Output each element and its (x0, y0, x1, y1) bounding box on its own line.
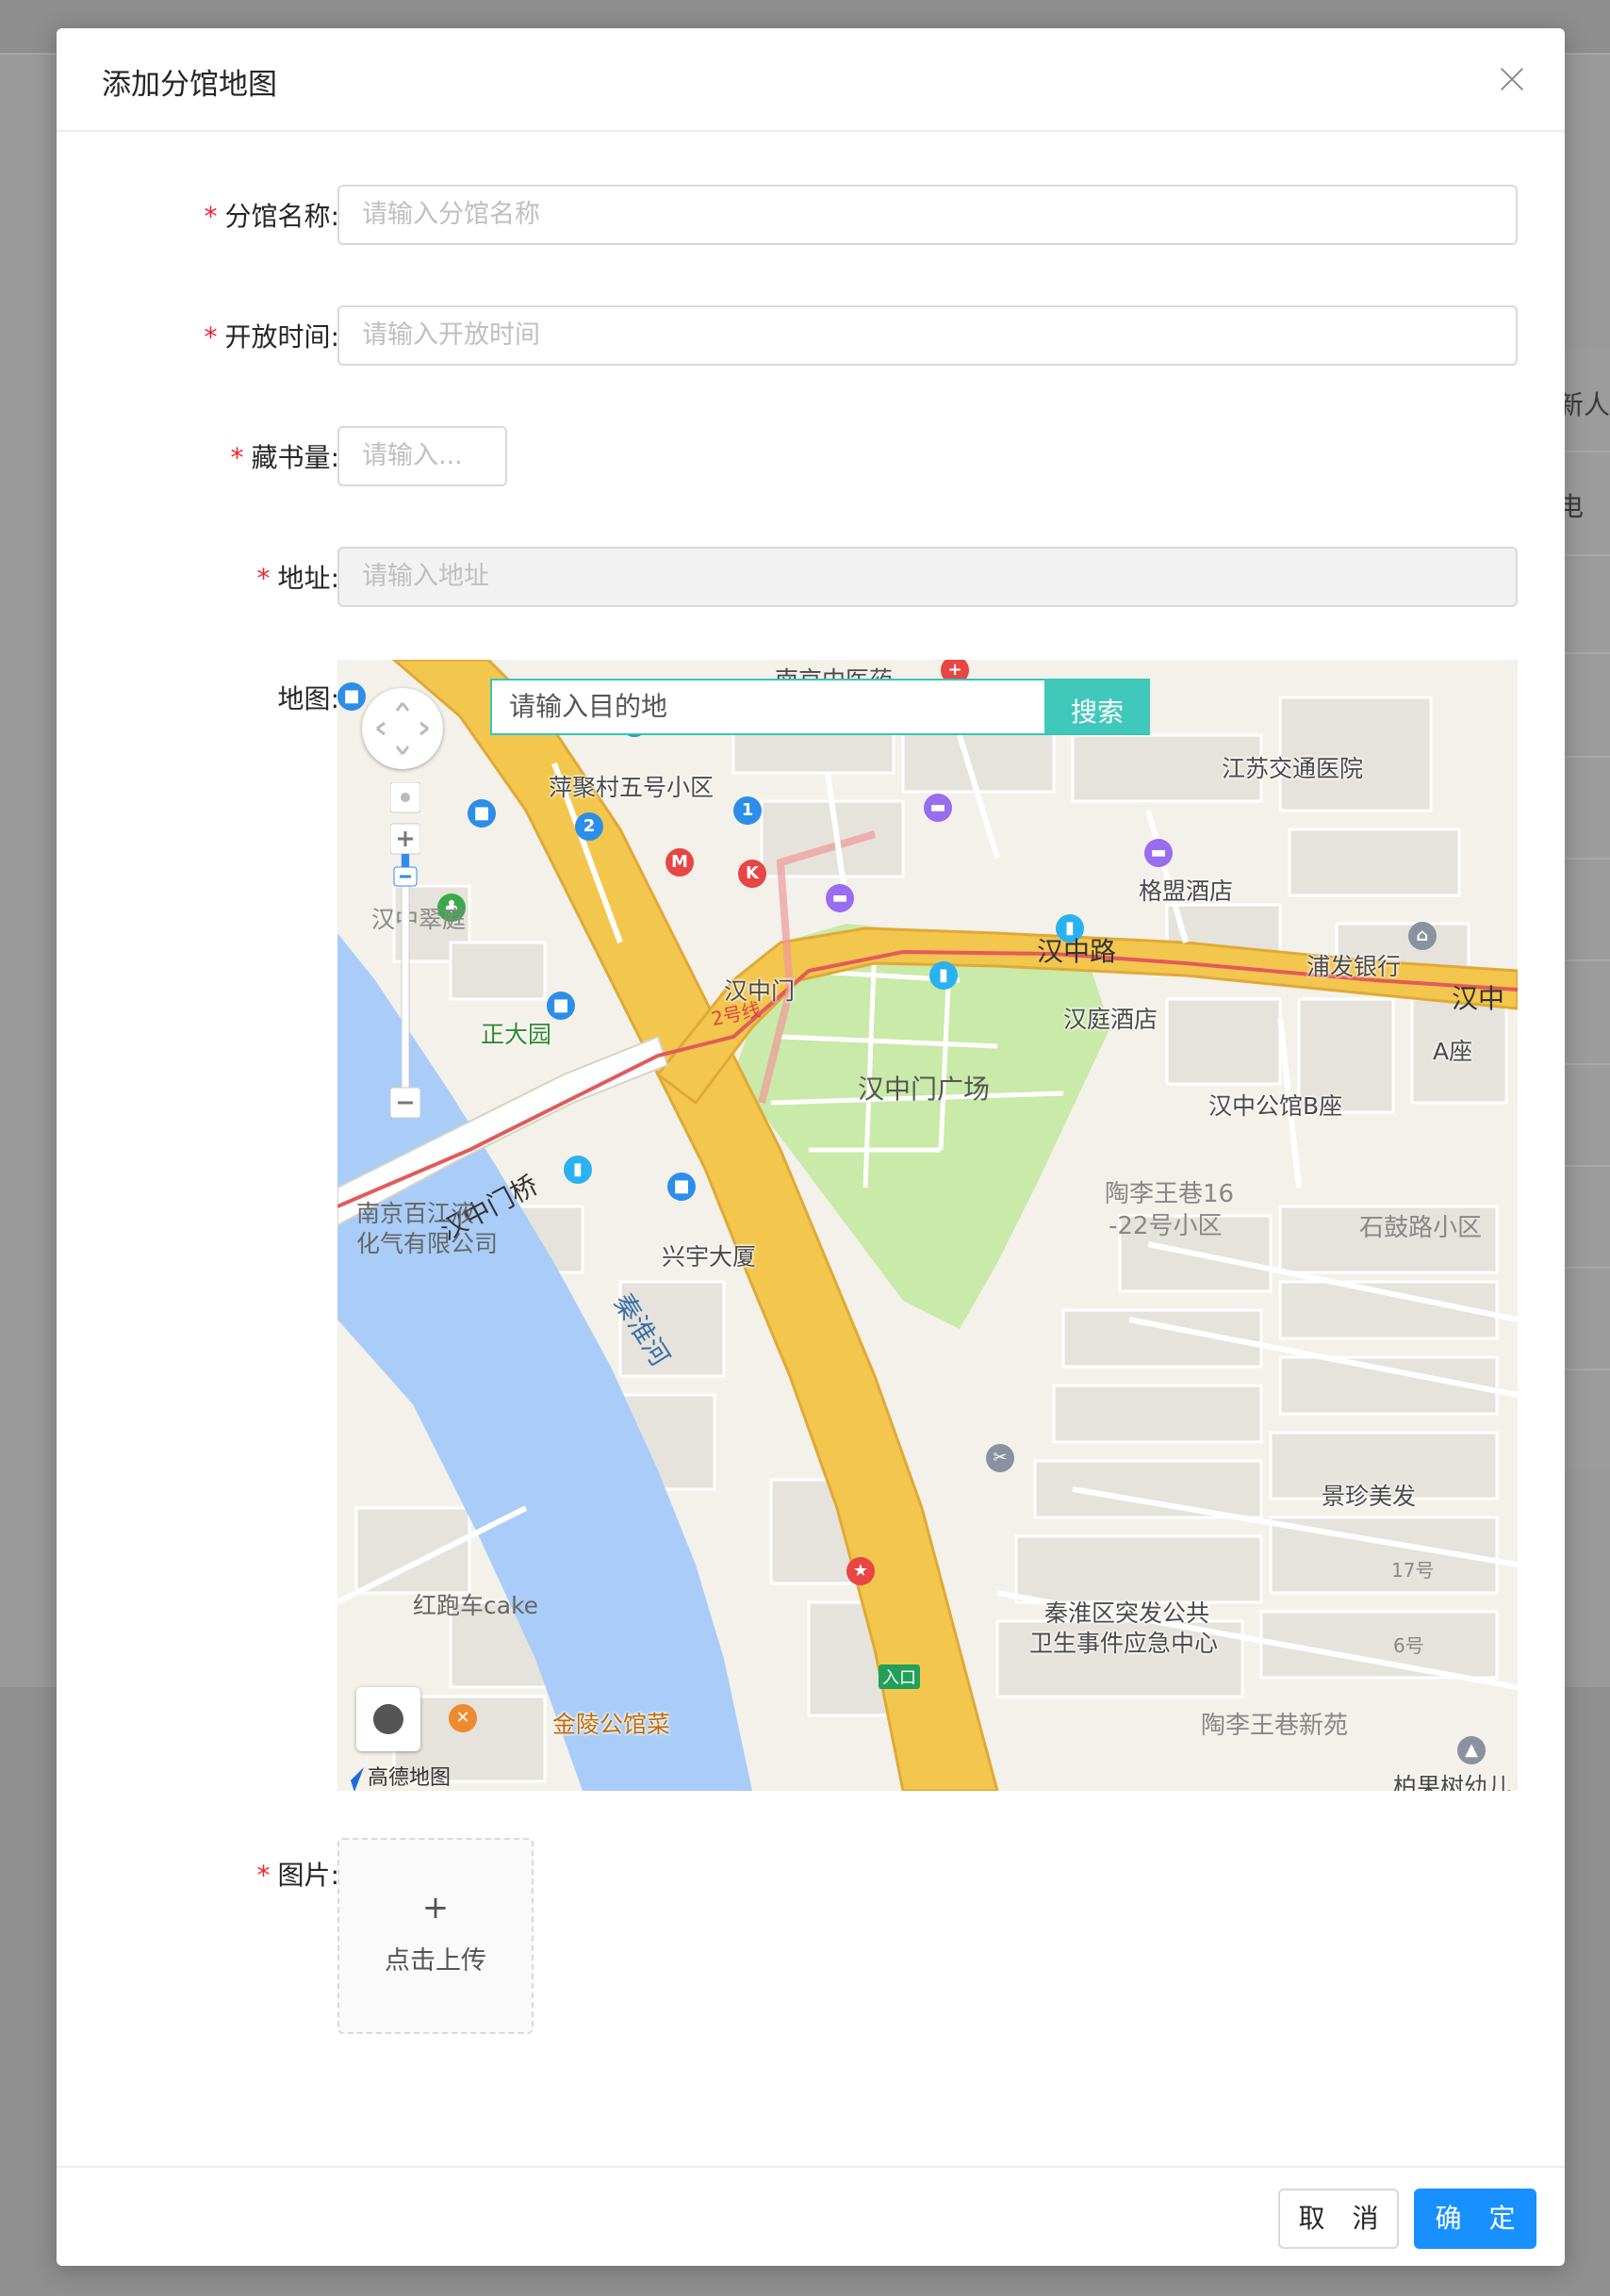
map-label-public-health-2: 卫生事件应急中心 (1029, 1630, 1219, 1657)
map-label-public-health-1: 秦淮区突发公共 (1044, 1599, 1210, 1627)
book-count-label: * 藏书量: (57, 437, 339, 475)
image-label: * 图片: (57, 1855, 339, 1893)
branch-name-label-text: 分馆名称 (224, 201, 331, 232)
map-label-baiguoshu: 柏果树幼儿 (1393, 1773, 1512, 1791)
map-label-hanzhong-right: 汉中 (1452, 983, 1505, 1014)
map-label-red-car-cake: 红跑车cake (413, 1592, 539, 1619)
zoom-slider-icon (389, 781, 421, 1119)
map-label-jiangsu-hospital: 江苏交通医院 (1222, 755, 1364, 782)
map-label-zhengda-garden: 正大园 (481, 1021, 552, 1048)
plus-icon: + (421, 1889, 450, 1927)
map-label-taoli-16: 陶李王巷16 (1105, 1180, 1235, 1208)
close-icon[interactable] (1493, 60, 1531, 98)
map-label-taoli-new: 陶李王巷新苑 (1201, 1712, 1349, 1740)
map-label-hanting-hotel: 汉庭酒店 (1063, 1006, 1158, 1033)
required-mark: * (204, 321, 218, 353)
add-branch-map-dialog: 添加分馆地图 * 分馆名称: 请输入分馆名称 * 开放时间: 请输入开放时间 * 藏书… (57, 28, 1565, 2266)
map-widget[interactable]: ▪ + 1 2 ▬ ▬ M K ▮ ▮ ♣ ▮ ■ ■ ■ ■ ✂ ★ ✕ ▲ … (337, 660, 1518, 1791)
branch-name-label: * 分馆名称: (57, 196, 339, 234)
map-label-xingyu: 兴宇大厦 (662, 1243, 757, 1271)
salon-poi-icon: ✂ (986, 1444, 1014, 1472)
required-mark: * (256, 1860, 271, 1891)
map-label-entrance: 入口 (879, 1665, 920, 1689)
address-label: * 地址: (57, 558, 339, 596)
cancel-button[interactable]: 取 消 (1278, 2189, 1399, 2249)
amap-logo-icon (341, 1767, 364, 1791)
hotel-poi-icon: ▬ (924, 794, 952, 822)
confirm-button[interactable]: 确 定 (1414, 2189, 1536, 2249)
map-label-pingju: 萍聚村五号小区 (549, 774, 715, 801)
bus-stop-icon: ■ (468, 799, 496, 828)
required-mark: * (256, 563, 271, 594)
metro-station-icon: M (665, 848, 694, 877)
dialog-header: 添加分馆地图 (57, 28, 1565, 132)
book-count-input[interactable]: 请输入... (337, 426, 507, 486)
bus-stop-icon: ■ (667, 1173, 696, 1201)
building-poi-icon: ▮ (929, 961, 958, 990)
locate-button[interactable] (356, 1687, 420, 1751)
required-mark: * (230, 442, 244, 473)
map-brand-logo: 高德地图 (337, 1761, 451, 1791)
restaurant-poi-icon: ✕ (449, 1704, 477, 1732)
restaurant-poi-icon: K (738, 860, 766, 888)
map-label-text: 地图 (277, 683, 331, 714)
map-label-baijiang-1: 南京百江液 (356, 1200, 475, 1227)
map-label-hanzhong-b: 汉中公馆B座 (1208, 1092, 1343, 1120)
map-search-button[interactable]: 搜索 (1044, 681, 1150, 733)
book-count-label-text: 藏书量 (251, 442, 331, 473)
open-time-label: * 开放时间: (57, 317, 339, 354)
map-label-pufa-bank: 浦发银行 (1306, 953, 1402, 980)
background-column-header: 新人 (1557, 389, 1610, 420)
map-brand-text: 高德地图 (368, 1766, 452, 1790)
open-time-input[interactable]: 请输入开放时间 (337, 305, 1518, 366)
kindergarten-poi-icon: ▲ (1457, 1736, 1486, 1764)
map-label-jinling: 金陵公馆菜 (552, 1711, 671, 1738)
map-label-shigu-road: 石鼓路小区 (1359, 1214, 1483, 1242)
map-search-input[interactable]: 请输入目的地 (492, 681, 1044, 733)
hotel-poi-icon: ▬ (826, 884, 854, 912)
map-label-no6: 6号 (1393, 1634, 1424, 1657)
dialog-title: 添加分馆地图 (102, 68, 277, 102)
metro-exit-2-icon: 2 (575, 812, 603, 841)
bank-poi-icon: ⌂ (1408, 922, 1437, 950)
building-poi-icon: ▮ (564, 1156, 592, 1184)
map-label-hanzhongmen-station: 汉中门 (724, 977, 796, 1005)
image-upload-button[interactable]: + 点击上传 (337, 1838, 534, 2034)
map-base-layer (337, 660, 1518, 1791)
map-pan-control[interactable] (362, 688, 443, 769)
locate-icon (373, 1704, 403, 1734)
map-label-baijiang-2: 化气有限公司 (356, 1230, 499, 1257)
hotel-poi-icon: ▬ (1144, 839, 1173, 867)
map-search-box: 请输入目的地 搜索 (490, 679, 1150, 735)
map-zoom-control[interactable] (389, 781, 421, 1122)
map-label: 地图: (57, 679, 339, 716)
address-input[interactable]: 请输入地址 (337, 547, 1518, 607)
map-label-no17: 17号 (1391, 1559, 1435, 1582)
map-label-gemeng-hotel: 格盟酒店 (1139, 877, 1234, 905)
map-label-hanzhong-road: 汉中路 (1037, 936, 1117, 967)
map-label-jingzhen: 景珍美发 (1322, 1483, 1417, 1510)
pan-arrows-icon (376, 702, 429, 755)
map-label-hanzhongmen-square: 汉中门广场 (858, 1074, 991, 1105)
open-time-label-text: 开放时间 (224, 321, 331, 353)
required-mark: * (204, 201, 218, 232)
address-label-text: 地址 (277, 563, 331, 594)
image-label-text: 图片 (277, 1860, 331, 1891)
map-label-taoli-22: -22号小区 (1109, 1212, 1223, 1240)
health-center-poi-icon: ★ (846, 1557, 875, 1585)
metro-exit-1-icon: 1 (733, 796, 762, 825)
dialog-footer: 取 消 确 定 (57, 2166, 1565, 2266)
map-label-a-zuo: A座 (1433, 1038, 1473, 1065)
upload-label: 点击上传 (385, 1946, 486, 1976)
branch-name-input[interactable]: 请输入分馆名称 (337, 185, 1518, 245)
